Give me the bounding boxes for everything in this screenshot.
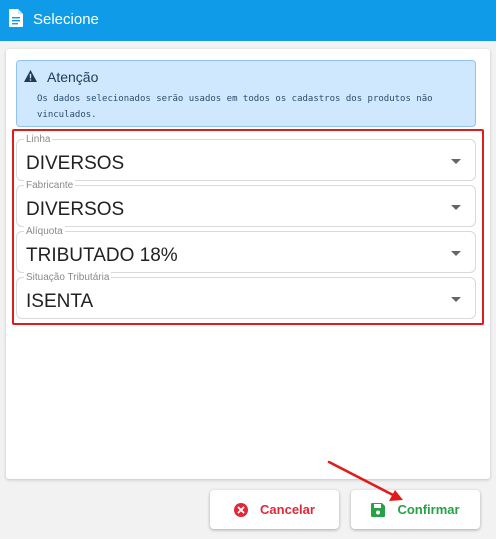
aliquota-value: TRIBUTADO 18% <box>26 245 178 266</box>
aliquota-select[interactable]: Alíquota TRIBUTADO 18% <box>16 226 476 273</box>
cancel-icon <box>234 502 249 517</box>
save-icon <box>371 502 386 517</box>
attention-alert: Atenção Os dados selecionados serão usad… <box>16 60 476 127</box>
warning-icon <box>24 70 37 82</box>
confirm-label: Confirmar <box>397 502 460 517</box>
window-title: Selecione <box>33 11 99 28</box>
chevron-down-icon[interactable] <box>451 159 461 164</box>
fabricante-value: DIVERSOS <box>26 199 125 220</box>
situacao-tributaria-value: ISENTA <box>26 291 94 312</box>
alert-message: Os dados selecionados serão usados em to… <box>37 94 433 120</box>
aliquota-label: Alíquota <box>24 226 65 238</box>
linha-value: DIVERSOS <box>26 153 125 174</box>
title-bar: Selecione <box>0 0 496 41</box>
form-panel: Atenção Os dados selecionados serão usad… <box>6 49 490 479</box>
confirm-button[interactable]: Confirmar <box>351 490 480 529</box>
chevron-down-icon[interactable] <box>451 205 461 210</box>
situacao-tributaria-label: Situação Tributária <box>24 272 112 284</box>
document-icon <box>9 9 23 27</box>
fabricante-label: Fabricante <box>24 180 76 192</box>
situacao-tributaria-select[interactable]: Situação Tributária ISENTA <box>16 272 476 319</box>
chevron-down-icon[interactable] <box>451 297 461 302</box>
linha-label: Linha <box>24 134 53 146</box>
fabricante-select[interactable]: Fabricante DIVERSOS <box>16 180 476 227</box>
cancel-label: Cancelar <box>260 502 315 517</box>
linha-select[interactable]: Linha DIVERSOS <box>16 134 476 181</box>
chevron-down-icon[interactable] <box>451 251 461 256</box>
cancel-button[interactable]: Cancelar <box>210 490 339 529</box>
alert-title: Atenção <box>47 69 99 85</box>
